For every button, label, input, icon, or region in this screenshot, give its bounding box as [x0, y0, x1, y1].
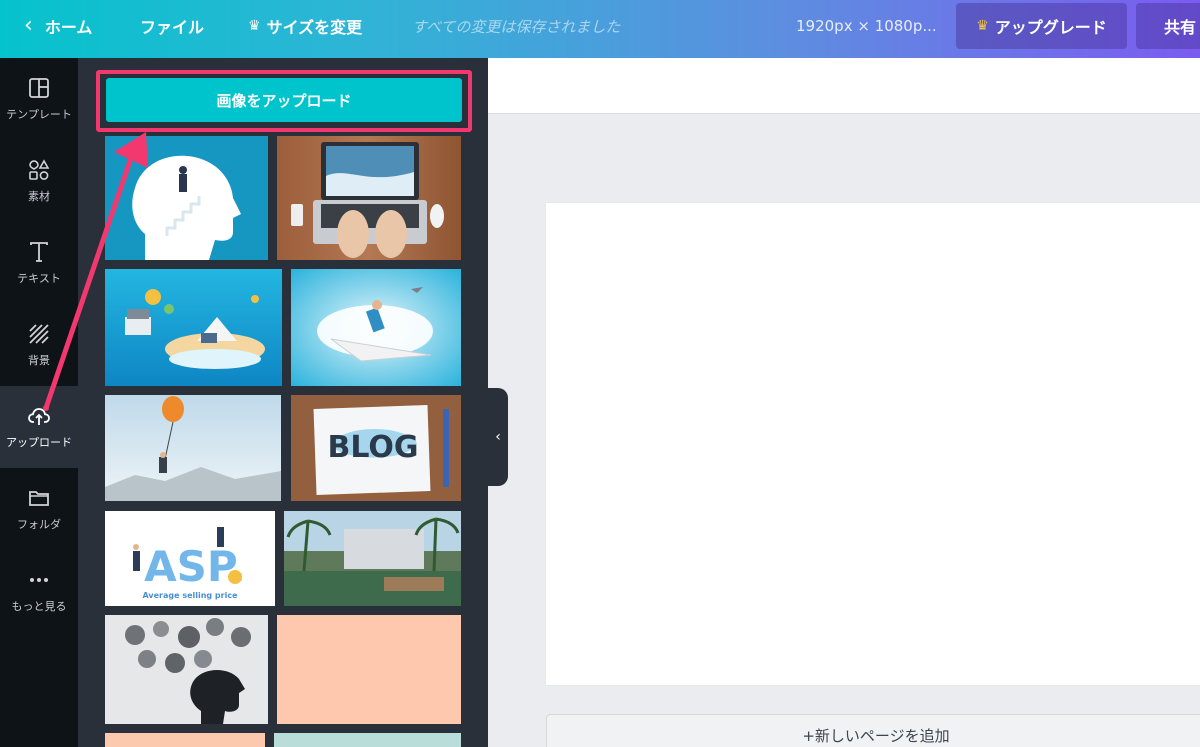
- more-dots-icon: [30, 578, 48, 582]
- chevron-left-icon: ‹: [495, 429, 501, 445]
- laptop-typing-image: [277, 136, 461, 260]
- sidebar-item-label: テンプレート: [6, 108, 72, 121]
- blog-thumbnail-text: BLOG: [327, 430, 418, 465]
- upload-thumbnail[interactable]: [105, 733, 265, 747]
- upload-thumbnail[interactable]: [284, 511, 461, 606]
- upload-thumbnail[interactable]: [277, 136, 461, 260]
- isometric-island-image: [105, 269, 282, 386]
- asp-illustration-image: ASP. Average selling price: [105, 511, 275, 606]
- balloon-man-image: [105, 395, 281, 501]
- blog-notepad-image: BLOG: [291, 395, 461, 501]
- upload-button-highlight: 画像をアップロード: [96, 70, 472, 132]
- sidebar-item-label: 背景: [28, 354, 50, 367]
- sidebar-item-label: フォルダ: [17, 518, 61, 531]
- editor-toolbar: [488, 58, 1200, 114]
- elements-icon: [29, 159, 50, 180]
- resize-label: サイズを変更: [266, 18, 363, 37]
- design-dimensions: 1920px × 1080p...: [796, 17, 937, 35]
- sidebar-item-more[interactable]: もっと見る: [0, 550, 78, 632]
- home-label: ホーム: [44, 18, 93, 37]
- upload-thumbnail[interactable]: [277, 615, 461, 724]
- top-bar: ‹ ホーム ファイル ♛ サイズを変更 すべての変更は保存されました 1920p…: [0, 0, 1200, 58]
- head-silhouette-image: [105, 136, 268, 260]
- upgrade-label: アップグレード: [994, 18, 1107, 37]
- crown-icon: ♛: [248, 18, 261, 34]
- side-rail: テンプレート 素材 テキスト 背景 アップロード フォルダ もっと見る: [0, 58, 78, 747]
- asp-thumbnail-caption: Average selling price: [142, 591, 238, 600]
- text-icon: [30, 242, 48, 262]
- sidebar-item-label: もっと見る: [11, 600, 67, 613]
- asp-thumbnail-text: ASP.: [144, 542, 246, 591]
- upload-cloud-icon: [28, 408, 50, 425]
- paper-plane-man-image: [291, 269, 461, 386]
- folder-icon: [29, 491, 49, 506]
- sidebar-item-elements[interactable]: 素材: [0, 140, 78, 222]
- upload-thumbnail[interactable]: BLOG: [291, 395, 461, 501]
- sidebar-item-background[interactable]: 背景: [0, 304, 78, 386]
- upload-thumbnail[interactable]: [274, 733, 461, 747]
- upload-thumbnail[interactable]: [105, 269, 282, 386]
- uploads-panel: BLOG ASP. Average selling price 画像をアップロー…: [78, 58, 488, 747]
- upgrade-button[interactable]: ♛ アップグレード: [956, 3, 1127, 49]
- design-page[interactable]: [546, 203, 1200, 685]
- crumpled-paper-head-image: [105, 615, 268, 724]
- file-menu-button[interactable]: ファイル: [140, 0, 204, 52]
- crown-icon: ♛: [976, 18, 989, 34]
- share-label: 共有: [1164, 18, 1197, 37]
- template-icon: [29, 78, 49, 98]
- sidebar-item-text[interactable]: テキスト: [0, 222, 78, 304]
- upload-thumbnail[interactable]: [105, 395, 281, 501]
- resize-button[interactable]: ♛ サイズを変更: [248, 0, 362, 52]
- home-button[interactable]: ‹ ホーム: [24, 0, 92, 52]
- background-icon: [29, 324, 49, 344]
- sidebar-item-label: 素材: [28, 190, 50, 203]
- collapse-panel-button[interactable]: ‹: [488, 388, 508, 486]
- save-status: すべての変更は保存されました: [412, 17, 621, 36]
- sidebar-item-templates[interactable]: テンプレート: [0, 58, 78, 140]
- upload-thumbnail[interactable]: [105, 136, 268, 260]
- upload-thumbnail[interactable]: [105, 615, 268, 724]
- upload-image-button[interactable]: 画像をアップロード: [106, 78, 462, 122]
- sidebar-item-uploads[interactable]: アップロード: [0, 386, 78, 468]
- chevron-left-icon: ‹: [24, 13, 33, 38]
- upload-thumbnail[interactable]: [291, 269, 461, 386]
- share-button[interactable]: 共有: [1136, 3, 1200, 49]
- palm-trees-building-image: [284, 511, 461, 606]
- add-page-button[interactable]: +新しいページを追加: [546, 714, 1200, 747]
- sidebar-item-folders[interactable]: フォルダ: [0, 468, 78, 550]
- upload-thumbnail[interactable]: ASP. Average selling price: [105, 511, 275, 606]
- sidebar-item-label: テキスト: [17, 272, 61, 285]
- sidebar-item-label: アップロード: [6, 436, 72, 449]
